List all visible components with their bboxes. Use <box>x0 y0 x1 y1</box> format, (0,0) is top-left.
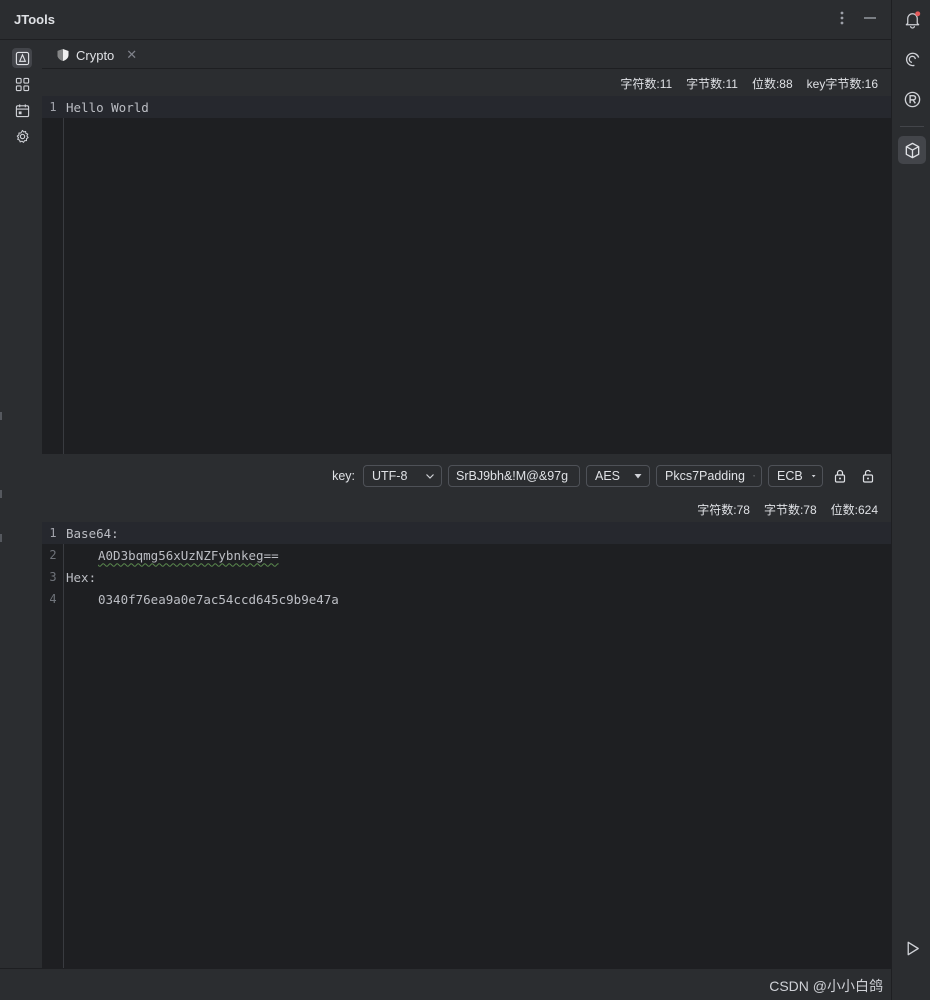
crypto-controls: key: UTF-8 SrBJ9bh&!M@&97g AES Pkcs7Padd… <box>42 455 891 496</box>
editor-line[interactable]: 1 Hello World <box>42 96 891 118</box>
encrypt-lock-button[interactable] <box>829 465 851 487</box>
notification-bell-icon[interactable] <box>898 5 926 33</box>
output-stats-bar: 字符数:78 字节数:78 位数:624 <box>42 496 891 522</box>
line-text: Base64: <box>66 525 119 541</box>
input-editor[interactable]: 1 Hello World <box>42 96 891 454</box>
tab-bar: Crypto ✕ <box>42 40 891 69</box>
key-byte-count: key字节数:16 <box>806 76 878 91</box>
key-input[interactable]: SrBJ9bh&!M@&97g <box>448 464 580 487</box>
line-text: A0D3bqmg56xUzNZFybnkeg== <box>98 547 279 563</box>
key-label: key: <box>332 468 355 483</box>
line-text: Hello World <box>66 99 149 115</box>
editor-line[interactable]: 1 Base64: <box>42 522 891 544</box>
edge-marker <box>0 412 2 420</box>
output-editor[interactable]: 1 Base64: 2 A0D3bqmg56xUzNZFybnkeg== 3 H… <box>42 522 891 968</box>
encoding-select[interactable]: UTF-8 <box>363 464 442 487</box>
algorithm-value: AES <box>595 468 621 483</box>
tab-label: Crypto <box>76 47 115 63</box>
left-tool-sidebar <box>0 40 42 968</box>
ai-assistant-spiral-icon[interactable] <box>898 45 926 73</box>
tab-crypto[interactable]: Crypto ✕ <box>50 44 143 66</box>
title-actions <box>835 10 877 31</box>
run-play-icon[interactable] <box>898 934 926 962</box>
calendar-icon[interactable] <box>12 100 32 120</box>
editor-line[interactable]: 2 A0D3bqmg56xUzNZFybnkeg== <box>42 544 891 566</box>
settings-gear-icon[interactable] <box>12 126 32 146</box>
output-byte-count: 字节数:78 <box>763 502 817 517</box>
line-text: Hex: <box>66 569 97 585</box>
more-vertical-icon[interactable] <box>835 10 849 31</box>
r-badge-icon[interactable] <box>898 85 926 113</box>
line-number: 3 <box>49 570 57 584</box>
cube-plugin-icon[interactable] <box>898 136 926 164</box>
line-number: 2 <box>49 548 57 562</box>
input-bit-count: 位数:88 <box>751 76 793 91</box>
algorithm-select[interactable]: AES <box>586 464 650 487</box>
output-char-count: 字符数:78 <box>697 502 750 517</box>
shield-icon <box>57 49 69 61</box>
chevron-down-icon <box>426 473 434 479</box>
minimize-icon[interactable] <box>863 10 877 31</box>
close-icon[interactable]: ✕ <box>126 47 137 63</box>
line-number-gutter <box>42 96 64 454</box>
line-number: 1 <box>49 526 57 540</box>
padding-select[interactable]: Pkcs7Padding <box>656 464 762 487</box>
editor-line[interactable]: 3 Hex: <box>42 566 891 588</box>
editor-line[interactable]: 4 0340f76ea9a0e7ac54ccd645c9b9e47a <box>42 588 891 610</box>
line-number: 4 <box>49 592 57 606</box>
decrypt-unlock-button[interactable] <box>857 465 879 487</box>
encoding-value: UTF-8 <box>372 468 408 483</box>
unlock-icon <box>862 469 874 483</box>
right-tool-sidebar <box>891 0 930 1000</box>
output-bit-count: 位数:624 <box>830 502 878 517</box>
input-stats-bar: 字符数:11 字节数:11 位数:88 key字节数:16 <box>42 70 891 96</box>
watermark: CSDN @小小白鸽 <box>769 978 883 994</box>
dropdown-triangle-icon <box>811 474 816 477</box>
grid-icon[interactable] <box>12 74 32 94</box>
lock-icon <box>834 469 846 483</box>
sidebar-separator <box>900 126 924 127</box>
title-bar: JTools <box>0 0 891 40</box>
status-bar: CSDN @小小白鸽 <box>0 968 891 1000</box>
input-char-count: 字符数:11 <box>620 76 673 91</box>
edge-marker <box>0 490 2 498</box>
app-title: JTools <box>14 12 55 27</box>
edge-marker <box>0 534 2 542</box>
mode-select[interactable]: ECB <box>768 464 823 487</box>
dropdown-triangle-icon <box>753 475 755 477</box>
crypto-tool-icon[interactable] <box>12 48 32 68</box>
input-byte-count: 字节数:11 <box>686 76 738 91</box>
line-number: 1 <box>49 100 57 114</box>
dropdown-triangle-icon <box>634 473 642 478</box>
padding-value: Pkcs7Padding <box>665 468 745 483</box>
line-text: 0340f76ea9a0e7ac54ccd645c9b9e47a <box>98 591 339 607</box>
mode-value: ECB <box>777 468 803 483</box>
